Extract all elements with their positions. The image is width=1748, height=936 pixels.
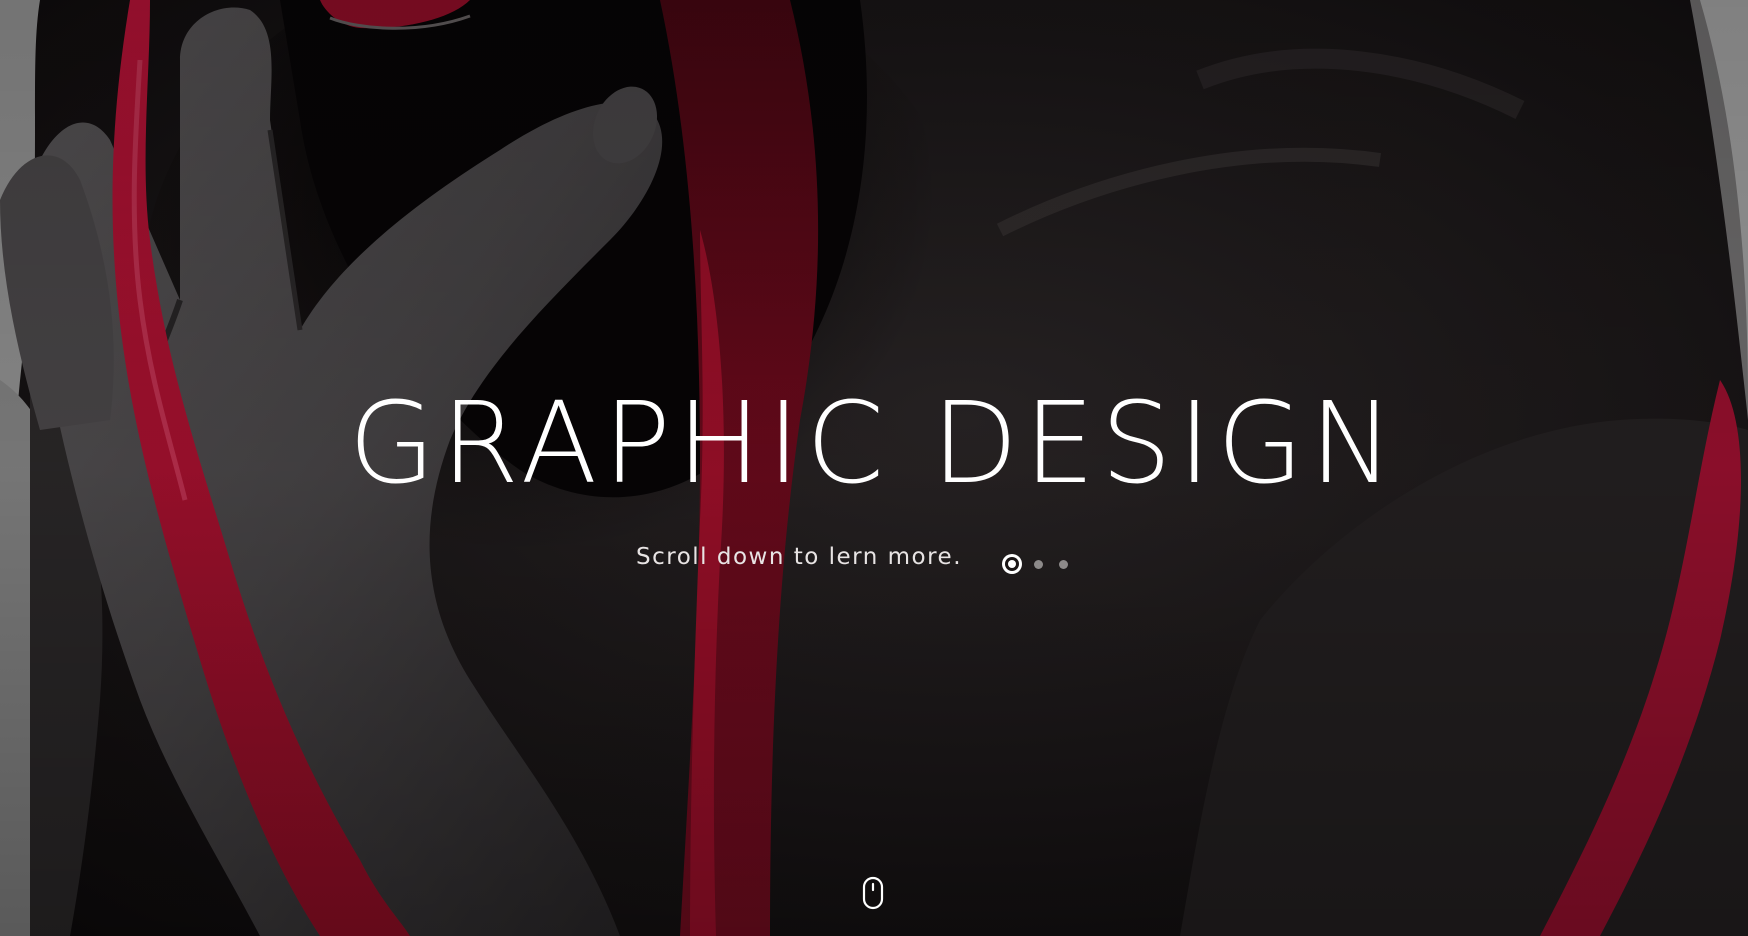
slide-dot-1[interactable] xyxy=(1002,554,1022,574)
hero-title: GRAPHIC DESIGN xyxy=(348,379,1400,509)
hero-subtitle: Scroll down to lern more. xyxy=(636,544,962,570)
hero-section: GRAPHIC DESIGN Scroll down to lern more. xyxy=(0,0,1748,936)
slide-dot-3[interactable] xyxy=(1059,559,1068,569)
slide-pagination xyxy=(1002,553,1068,575)
slide-dot-2[interactable] xyxy=(1034,559,1043,569)
mouse-icon[interactable] xyxy=(862,876,884,910)
